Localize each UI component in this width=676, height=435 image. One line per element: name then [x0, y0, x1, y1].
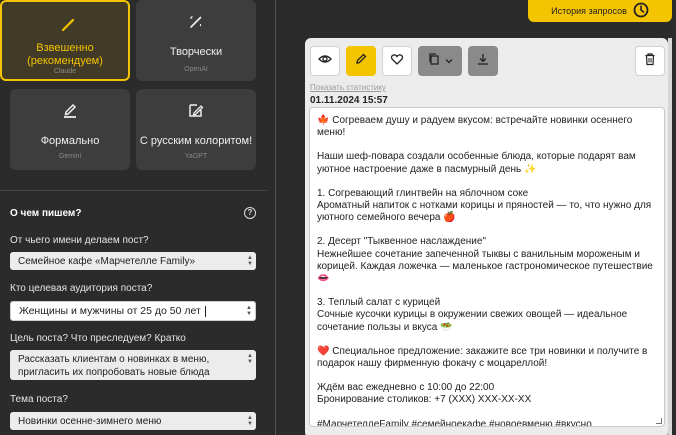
paragraph: 2. Десерт "Тыквенное наслаждение" Нежней… [317, 236, 653, 285]
tone-provider: YaGPT [184, 153, 208, 160]
author-value: Семейное кафе «Марчетелле Family» [18, 256, 196, 267]
tone-provider: OpenAI [184, 66, 208, 73]
tone-card-balanced[interactable]: Взвешенно (рекомендуем) Claude [0, 0, 130, 81]
tone-title: Взвешенно (рекомендуем) [27, 42, 103, 67]
q1-label: От чьего имени делаем пост? [10, 235, 149, 246]
text-cursor [204, 305, 206, 317]
q3-label: Цель поста? Что преследуем? Кратко [10, 333, 186, 344]
edit-square-icon [186, 100, 206, 120]
favorite-button[interactable] [382, 46, 412, 76]
spinner-icon: ▲ ▼ [247, 255, 253, 267]
history-button[interactable]: История запросов [528, 0, 672, 22]
result-date: 01.11.2024 15:57 [310, 95, 388, 106]
edit-button[interactable] [346, 46, 376, 76]
spinner-icon: ▲ ▼ [247, 415, 253, 427]
eye-icon [318, 52, 332, 71]
author-field[interactable]: Семейное кафе «Марчетелле Family» ▲ ▼ [10, 252, 256, 270]
audience-value: Женщины и мужчины от 25 до 50 лет [19, 305, 201, 317]
magic-pen-icon [186, 12, 206, 32]
clock-icon [633, 2, 649, 20]
topic-field[interactable]: Новинки осенне-зимнего меню ▲ ▼ [10, 412, 256, 430]
section-title: О чем пишем? [10, 208, 82, 219]
tone-card-creative[interactable]: Творчески OpenAI [136, 0, 256, 81]
preview-button[interactable] [310, 46, 340, 76]
audience-field[interactable]: Женщины и мужчины от 25 до 50 лет ▲ ▼ [10, 301, 256, 321]
paragraph: 🍁 Согреваем душу и радуем вкусом: встреч… [317, 115, 636, 139]
paragraph: 3. Теплый салат с курицей Сочные кусочки… [317, 297, 628, 333]
paragraph: Ждём вас ежедневно с 10:00 до 22:00 Брон… [317, 382, 532, 406]
left-panel: Взвешенно (рекомендуем) Claude Творчески… [0, 0, 267, 435]
copy-icon [427, 52, 441, 71]
resize-handle[interactable] [656, 418, 662, 424]
delete-button[interactable] [635, 46, 665, 76]
q4-label: Тема поста? [10, 394, 68, 405]
chevron-down-icon [445, 52, 453, 70]
topic-value: Новинки осенне-зимнего меню [18, 416, 162, 427]
paragraph: 1. Согревающий глинтвейн на яблочном сок… [317, 187, 652, 224]
download-button[interactable] [468, 46, 498, 76]
tone-title: Формально [40, 135, 100, 147]
panel-divider [275, 0, 276, 435]
right-scrollbar[interactable] [668, 38, 672, 435]
pencil-icon [354, 52, 368, 71]
spinner-icon: ▲ ▼ [247, 353, 253, 365]
tone-provider: Gemini [58, 153, 82, 160]
show-stats-link[interactable]: Показать статистику [310, 83, 386, 92]
paragraph: ❤️ Специальное предложение: закажите все… [317, 345, 651, 370]
paragraph: #МарчетеллеFamily #семейноекафе #новоевм… [317, 418, 592, 427]
tone-card-formal[interactable]: Формально Gemini [10, 89, 130, 170]
paragraph: Наши шеф-повара создали особенные блюда,… [317, 151, 639, 175]
q2-label: Кто целевая аудитория поста? [10, 283, 153, 294]
goal-value: Рассказать клиентам о новинках в меню, п… [18, 354, 210, 378]
trash-icon [643, 52, 657, 71]
heart-icon [390, 52, 404, 71]
history-label: История запросов [551, 6, 627, 16]
copy-menu-button[interactable] [418, 46, 462, 76]
wand-icon [58, 15, 78, 35]
tone-provider: Claude [53, 68, 77, 75]
goal-field[interactable]: Рассказать клиентам о новинках в меню, п… [10, 350, 256, 380]
result-textarea[interactable]: 🍁 Согреваем душу и радуем вкусом: встреч… [309, 107, 665, 427]
tone-title: С русским колоритом! [139, 135, 253, 147]
tone-title: Творчески [169, 46, 223, 58]
download-icon [476, 52, 490, 71]
pen-line-icon [60, 100, 80, 120]
tone-card-russian[interactable]: С русским колоритом! YaGPT [136, 89, 256, 170]
help-icon[interactable]: ? [244, 207, 256, 219]
spinner-icon: ▲ ▼ [246, 305, 252, 317]
